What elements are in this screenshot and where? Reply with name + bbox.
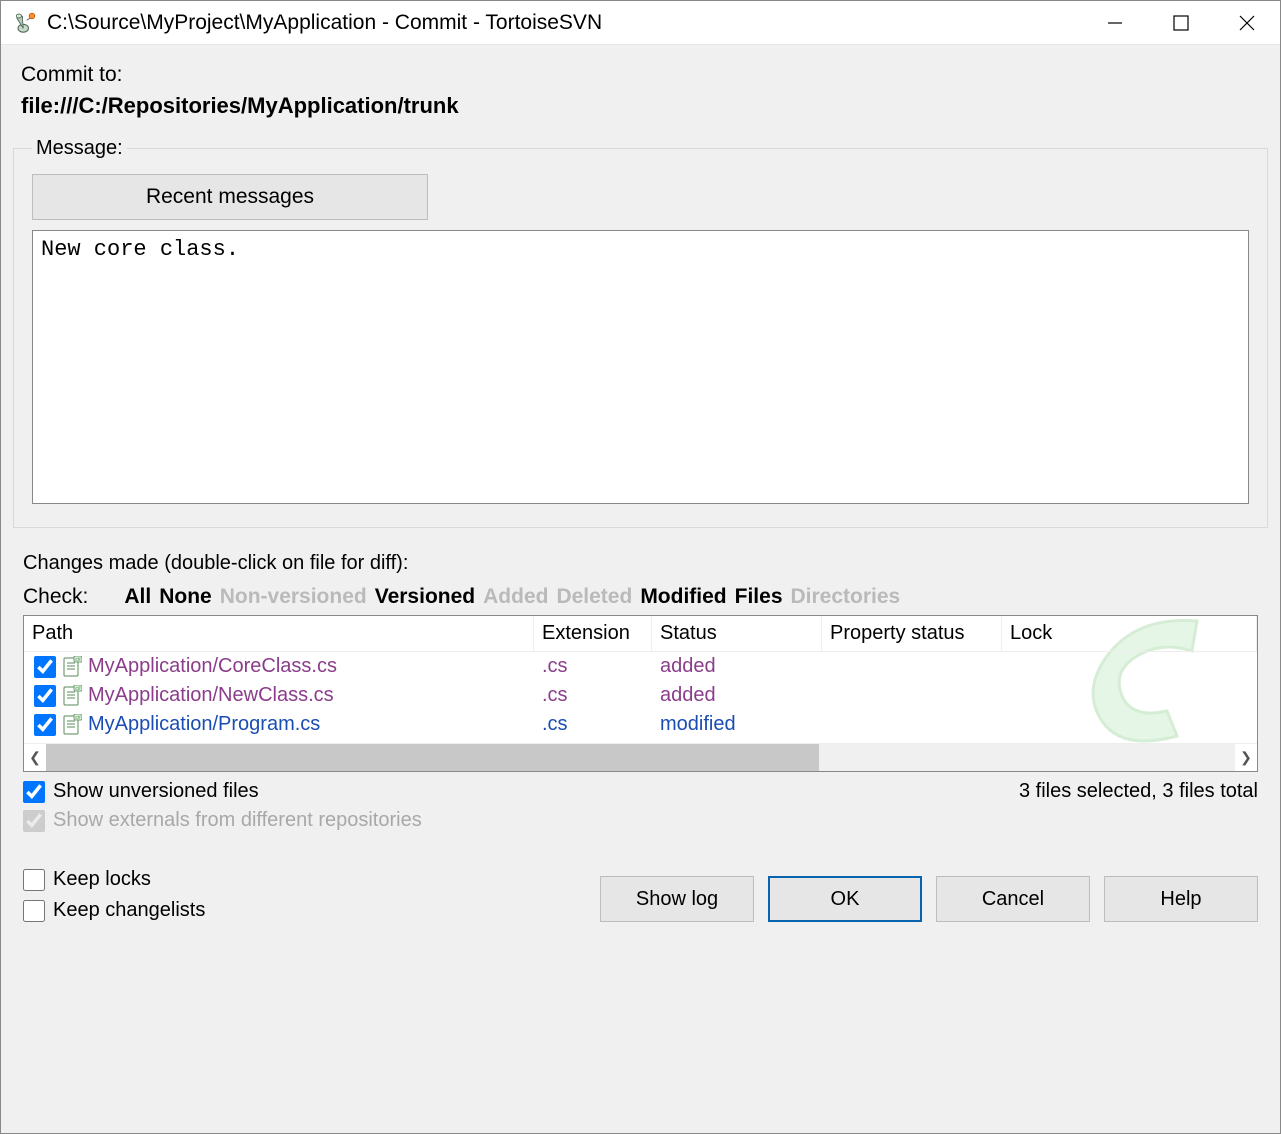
file-lock [1002, 654, 1257, 679]
file-checkbox[interactable] [34, 656, 56, 678]
commit-to-label: Commit to: [21, 63, 1260, 87]
keep-locks-checkbox[interactable] [23, 869, 45, 891]
keep-locks-label: Keep locks [53, 868, 151, 891]
file-property-status [822, 654, 1002, 679]
commit-message-input[interactable] [32, 230, 1249, 504]
selection-summary: 3 files selected, 3 files total [1019, 780, 1258, 803]
check-modified-link[interactable]: Modified [640, 585, 726, 609]
ok-button[interactable]: OK [768, 876, 922, 922]
file-checkbox[interactable] [34, 714, 56, 736]
scroll-thumb[interactable] [46, 744, 819, 771]
file-extension: .cs [542, 713, 568, 735]
keep-locks-row[interactable]: Keep locks [23, 868, 600, 891]
file-status: modified [660, 713, 736, 735]
file-lock [1002, 712, 1257, 737]
keep-changelists-row[interactable]: Keep changelists [23, 899, 600, 922]
file-lock [1002, 683, 1257, 708]
file-path: MyApplication/NewClass.cs [88, 684, 334, 707]
check-all-link[interactable]: All [124, 585, 151, 609]
check-filter-row: Check: All None Non-versioned Versioned … [23, 585, 1258, 609]
show-log-button[interactable]: Show log [600, 876, 754, 922]
close-button[interactable] [1214, 1, 1280, 45]
show-unversioned-checkbox[interactable] [23, 781, 45, 803]
file-path: MyApplication/Program.cs [88, 713, 320, 736]
file-icon: c# [62, 714, 82, 736]
show-externals-row: Show externals from different repositori… [23, 809, 1019, 832]
recent-messages-button[interactable]: Recent messages [32, 174, 428, 220]
file-checkbox[interactable] [34, 685, 56, 707]
check-files-link[interactable]: Files [735, 585, 783, 609]
table-row[interactable]: c# MyApplication/NewClass.cs .cs added [24, 681, 1257, 710]
column-lock[interactable]: Lock [1002, 616, 1257, 651]
column-property-status[interactable]: Property status [822, 616, 1002, 651]
svg-text:c#: c# [75, 657, 81, 663]
check-added-link: Added [483, 585, 548, 609]
help-button[interactable]: Help [1104, 876, 1258, 922]
cancel-button[interactable]: Cancel [936, 876, 1090, 922]
show-unversioned-label: Show unversioned files [53, 780, 259, 803]
check-versioned-link[interactable]: Versioned [375, 585, 475, 609]
list-header-row: Path Extension Status Property status Lo… [24, 616, 1257, 652]
changes-made-label: Changes made (double-click on file for d… [23, 552, 1258, 575]
show-externals-label: Show externals from different repositori… [53, 809, 422, 832]
check-none-link[interactable]: None [159, 585, 212, 609]
titlebar[interactable]: C:\Source\MyProject\MyApplication - Comm… [1, 1, 1280, 45]
file-path: MyApplication/CoreClass.cs [88, 655, 337, 678]
message-label: Message: [32, 137, 127, 160]
commit-dialog: C:\Source\MyProject\MyApplication - Comm… [0, 0, 1281, 1134]
file-property-status [822, 712, 1002, 737]
keep-changelists-label: Keep changelists [53, 899, 205, 922]
check-deleted-link: Deleted [556, 585, 632, 609]
keep-changelists-checkbox[interactable] [23, 900, 45, 922]
column-path[interactable]: Path [24, 616, 534, 651]
show-externals-checkbox [23, 810, 45, 832]
check-label: Check: [23, 585, 88, 609]
column-status[interactable]: Status [652, 616, 822, 651]
minimize-button[interactable] [1082, 1, 1148, 45]
column-extension[interactable]: Extension [534, 616, 652, 651]
table-row[interactable]: c# MyApplication/CoreClass.cs .cs added [24, 652, 1257, 681]
svg-text:c#: c# [75, 715, 81, 721]
show-unversioned-row[interactable]: Show unversioned files [23, 780, 1019, 803]
maximize-button[interactable] [1148, 1, 1214, 45]
table-row[interactable]: c# MyApplication/Program.cs .cs modified [24, 710, 1257, 739]
scroll-left-button[interactable]: ❮ [24, 744, 46, 771]
file-extension: .cs [542, 655, 568, 677]
window-title: C:\Source\MyProject\MyApplication - Comm… [47, 11, 1082, 35]
changed-files-list[interactable]: Path Extension Status Property status Lo… [23, 615, 1258, 772]
svg-text:c#: c# [75, 686, 81, 692]
commit-url: file:///C:/Repositories/MyApplication/tr… [21, 93, 1260, 119]
app-icon [11, 9, 39, 37]
file-icon: c# [62, 685, 82, 707]
file-icon: c# [62, 656, 82, 678]
file-status: added [660, 684, 716, 706]
check-non-versioned-link: Non-versioned [220, 585, 367, 609]
file-property-status [822, 683, 1002, 708]
file-status: added [660, 655, 716, 677]
check-directories-link: Directories [791, 585, 901, 609]
file-extension: .cs [542, 684, 568, 706]
message-group: Message: Recent messages [13, 137, 1268, 528]
